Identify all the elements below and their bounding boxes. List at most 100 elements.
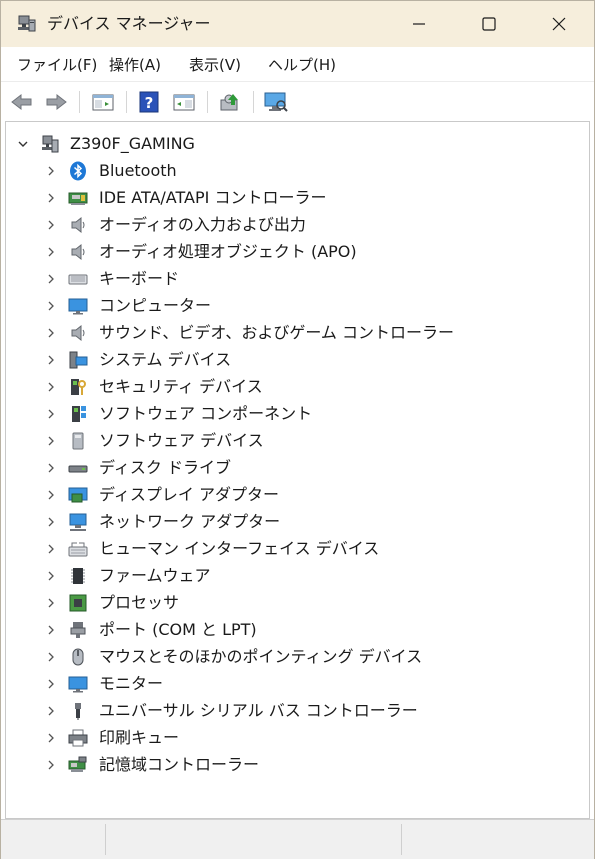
device-tree[interactable]: Z390F_GAMING Bluetooth IDE ATA/ATAPI コントロー…: [5, 121, 590, 819]
toolbar-separator: [79, 91, 80, 113]
tree-category-label: ネットワーク アダプター: [99, 512, 281, 531]
tree-category-node[interactable]: オーディオの入力および出力: [6, 212, 581, 238]
properties-pane-button[interactable]: [89, 89, 117, 115]
monitor-icon: [68, 674, 88, 694]
close-button[interactable]: [524, 1, 594, 47]
device-manager-window: デバイス マネージャー ファイル(F) 操作(A) 表示(V) ヘルプ(H) ?: [0, 0, 595, 859]
chevron-right-icon[interactable]: [44, 758, 58, 772]
chevron-right-icon[interactable]: [44, 218, 58, 232]
tree-category-node[interactable]: サウンド、ビデオ、およびゲーム コントローラー: [6, 320, 581, 346]
chevron-right-icon[interactable]: [44, 380, 58, 394]
tree-category-label: 記憶域コントローラー: [99, 755, 260, 774]
speaker-icon: [68, 323, 88, 343]
toolbar-separator: [253, 91, 254, 113]
tree-category-label: IDE ATA/ATAPI コントローラー: [99, 188, 327, 207]
tree-category-node[interactable]: ヒューマン インターフェイス デバイス: [6, 536, 581, 562]
tree-category-node[interactable]: ネットワーク アダプター: [6, 509, 581, 535]
back-button[interactable]: [8, 89, 36, 115]
tree-category-node[interactable]: オーディオ処理オブジェクト (APO): [6, 239, 581, 265]
tree-category-label: Bluetooth: [99, 161, 177, 180]
tree-category-node[interactable]: セキュリティ デバイス: [6, 374, 581, 400]
chevron-right-icon[interactable]: [44, 515, 58, 529]
toolbar-separator: [126, 91, 127, 113]
tree-category-node[interactable]: 印刷キュー: [6, 725, 581, 751]
bluetooth-icon: [68, 161, 88, 181]
tree-category-node[interactable]: システム デバイス: [6, 347, 581, 373]
tree-category-node[interactable]: コンピューター: [6, 293, 581, 319]
menu-action[interactable]: 操作(A): [109, 55, 161, 75]
tree-category-node[interactable]: Bluetooth: [6, 158, 581, 184]
tree-category-node[interactable]: ポート (COM と LPT): [6, 617, 581, 643]
chevron-right-icon[interactable]: [44, 299, 58, 313]
chevron-down-icon[interactable]: [16, 137, 30, 151]
speaker-icon: [68, 215, 88, 235]
software-component-icon: [68, 404, 88, 424]
chevron-right-icon[interactable]: [44, 326, 58, 340]
monitor-icon: [68, 296, 88, 316]
tree-category-label: マウスとそのほかのポインティング デバイス: [99, 647, 423, 666]
tree-category-node[interactable]: プロセッサ: [6, 590, 581, 616]
chevron-right-icon[interactable]: [44, 542, 58, 556]
system-device-icon: [68, 350, 88, 370]
tree-category-node[interactable]: ファームウェア: [6, 563, 581, 589]
forward-button[interactable]: [42, 89, 70, 115]
tree-category-label: ヒューマン インターフェイス デバイス: [99, 539, 380, 558]
chevron-right-icon[interactable]: [44, 623, 58, 637]
menu-view[interactable]: 表示(V): [189, 55, 241, 75]
tree-category-node[interactable]: マウスとそのほかのポインティング デバイス: [6, 644, 581, 670]
chevron-right-icon[interactable]: [44, 677, 58, 691]
update-driver-icon: [220, 94, 238, 111]
tree-category-label: ディスプレイ アダプター: [99, 485, 279, 504]
maximize-icon: [482, 17, 496, 31]
close-icon: [552, 17, 566, 31]
chevron-right-icon[interactable]: [44, 488, 58, 502]
chevron-right-icon[interactable]: [44, 191, 58, 205]
tree-category-node[interactable]: ソフトウェア コンポーネント: [6, 401, 581, 427]
show-hide-pane-button[interactable]: [170, 89, 198, 115]
back-arrow-icon: [11, 93, 32, 111]
tree-category-node[interactable]: ユニバーサル シリアル バス コントローラー: [6, 698, 581, 724]
chevron-right-icon[interactable]: [44, 731, 58, 745]
tree-category-node[interactable]: キーボード: [6, 266, 581, 292]
tree-category-label: ユニバーサル シリアル バス コントローラー: [99, 701, 418, 720]
printer-icon: [68, 728, 88, 748]
security-key-icon: [68, 377, 88, 397]
chevron-right-icon[interactable]: [44, 353, 58, 367]
minimize-button[interactable]: [384, 1, 454, 47]
maximize-button[interactable]: [454, 1, 524, 47]
tree-category-label: オーディオ処理オブジェクト (APO): [99, 242, 357, 261]
chevron-right-icon[interactable]: [44, 596, 58, 610]
title-bar[interactable]: デバイス マネージャー: [1, 1, 594, 47]
chevron-right-icon[interactable]: [44, 704, 58, 718]
speaker-icon: [68, 242, 88, 262]
tree-category-node[interactable]: 記憶域コントローラー: [6, 752, 581, 778]
chevron-right-icon[interactable]: [44, 164, 58, 178]
chevron-right-icon[interactable]: [44, 245, 58, 259]
tree-category-node[interactable]: モニター: [6, 671, 581, 697]
chevron-right-icon[interactable]: [44, 407, 58, 421]
menu-file[interactable]: ファイル(F): [17, 55, 97, 75]
toolbar: ?: [1, 81, 594, 122]
scan-hardware-button[interactable]: [262, 89, 290, 115]
menu-help[interactable]: ヘルプ(H): [268, 55, 336, 75]
computer-tower-icon: [40, 134, 60, 154]
tree-category-node[interactable]: ディスク ドライブ: [6, 455, 581, 481]
help-button[interactable]: ?: [135, 89, 163, 115]
status-pane: [5, 824, 106, 855]
tree-root-node[interactable]: Z390F_GAMING: [6, 131, 581, 157]
tree-category-label: システム デバイス: [99, 350, 232, 369]
tree-category-label: ポート (COM と LPT): [99, 620, 257, 639]
chevron-right-icon[interactable]: [44, 272, 58, 286]
chevron-right-icon[interactable]: [44, 461, 58, 475]
update-driver-button[interactable]: [216, 89, 244, 115]
processor-icon: [68, 593, 88, 613]
disk-drive-icon: [68, 458, 88, 478]
chevron-right-icon[interactable]: [44, 650, 58, 664]
svg-text:?: ?: [145, 94, 154, 112]
tree-category-node[interactable]: IDE ATA/ATAPI コントローラー: [6, 185, 581, 211]
status-pane: [403, 824, 589, 855]
chevron-right-icon[interactable]: [44, 569, 58, 583]
chevron-right-icon[interactable]: [44, 434, 58, 448]
tree-category-node[interactable]: ソフトウェア デバイス: [6, 428, 581, 454]
tree-category-node[interactable]: ディスプレイ アダプター: [6, 482, 581, 508]
